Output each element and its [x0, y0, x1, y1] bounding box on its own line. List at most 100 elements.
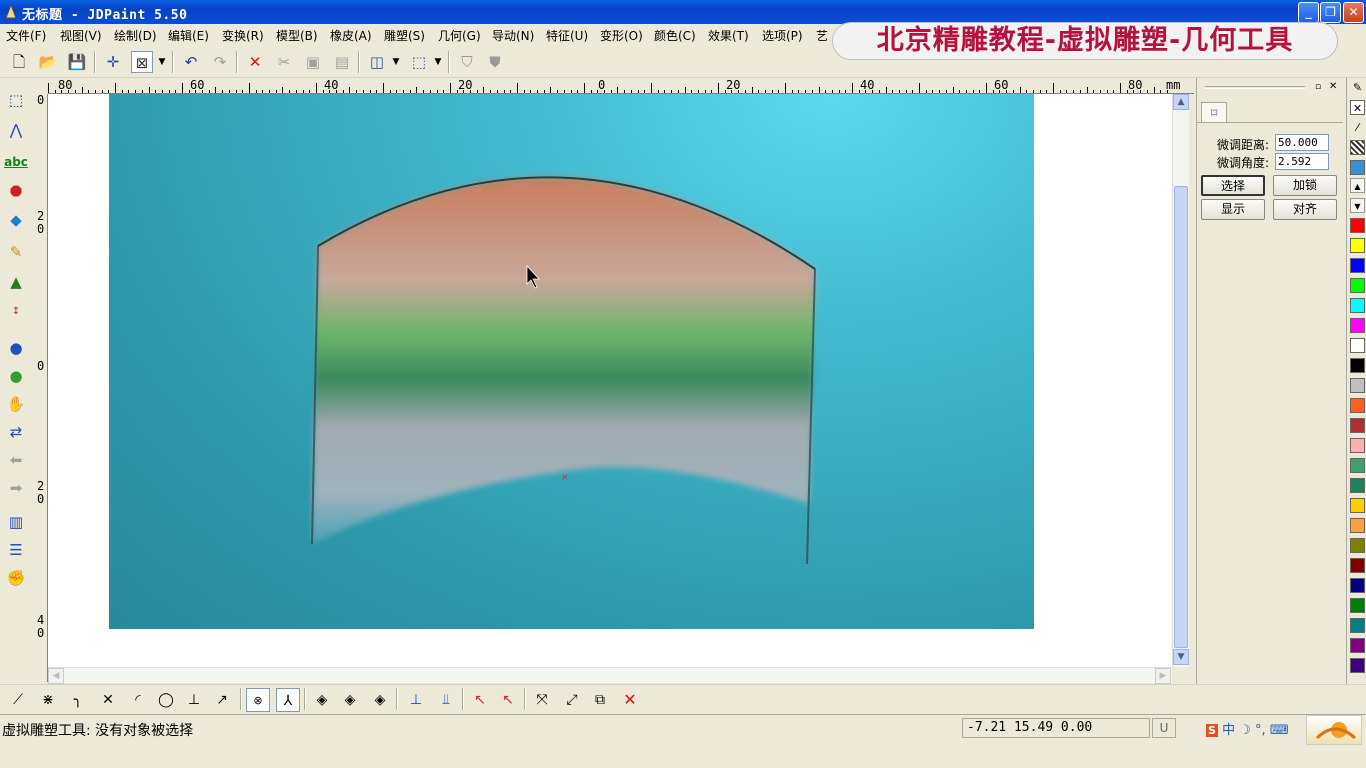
color-swatch[interactable] [1350, 278, 1365, 293]
menu-transform[interactable]: 变换(R) [222, 27, 264, 44]
layers-icon[interactable]: ▥ [4, 510, 28, 534]
open-folder-icon[interactable]: 📂 [37, 51, 59, 73]
menu-color[interactable]: 颜色(C) [654, 27, 696, 44]
diamond-tool-2-icon[interactable]: ◈ [338, 688, 362, 712]
select-box-icon[interactable]: ⬚ [4, 88, 28, 112]
view-box-icon[interactable]: ⊠ [131, 51, 153, 73]
fillet-tool-icon[interactable]: ╮ [66, 688, 90, 712]
cancel-icon[interactable]: ✕ [618, 688, 642, 712]
pick-delete-icon[interactable]: ↖ [468, 688, 492, 712]
hand-icon[interactable]: ✊ [4, 566, 28, 590]
vertical-scrollbar[interactable]: ▲ ▼ [1172, 94, 1189, 667]
pattern-icon[interactable] [1350, 140, 1365, 155]
no-color-icon[interactable]: ✕ [1350, 100, 1365, 115]
color-swatch[interactable] [1350, 338, 1365, 353]
intersect-tool-icon[interactable]: ✕ [96, 688, 120, 712]
punct-icon[interactable]: °, [1255, 723, 1266, 738]
exchange-icon[interactable]: ⇄ [4, 420, 28, 444]
palette-down-icon[interactable]: ▼ [1350, 198, 1365, 213]
menu-geometry[interactable]: 几何(G) [438, 27, 481, 44]
line-tool-icon[interactable]: ⟋ [6, 688, 30, 712]
snap-point-icon[interactable]: ⊗ [246, 688, 270, 712]
grid-lines-icon[interactable]: ☰ [4, 538, 28, 562]
scroll-thumb[interactable] [1174, 186, 1188, 648]
cube-view-icon[interactable]: ◫ [366, 51, 388, 73]
color-swatch[interactable] [1350, 478, 1365, 493]
new-file-icon[interactable]: 🗋 [8, 51, 30, 73]
scroll-right-icon[interactable]: ▶ [1155, 668, 1171, 684]
pick-delete-2-icon[interactable]: ↖ [496, 688, 520, 712]
paste-icon[interactable]: ▤ [331, 51, 353, 73]
palette-up-icon[interactable]: ▲ [1350, 178, 1365, 193]
color-swatch[interactable] [1350, 658, 1365, 673]
color-swatch[interactable] [1350, 638, 1365, 653]
menu-art[interactable]: 艺 [816, 27, 828, 44]
scroll-left-icon[interactable]: ◀ [48, 668, 64, 684]
color-swatch[interactable] [1350, 558, 1365, 573]
color-swatch[interactable] [1350, 218, 1365, 233]
dropdown-arrow-icon[interactable]: ▼ [432, 51, 444, 73]
show-button[interactable]: 显示 [1201, 199, 1265, 220]
crosshair-icon[interactable]: ✛ [102, 51, 124, 73]
color-swatch[interactable] [1350, 418, 1365, 433]
menu-guide[interactable]: 导动(N) [492, 27, 534, 44]
arrow-left-icon[interactable]: ⬅ [4, 448, 28, 472]
wire-cube-icon[interactable]: ⬚ [408, 51, 430, 73]
relief-render-view[interactable]: × [109, 94, 1034, 629]
scroll-down-icon[interactable]: ▼ [1173, 649, 1189, 665]
menu-deform[interactable]: 变形(O) [600, 27, 643, 44]
shield-icon[interactable]: ⛉ [456, 51, 478, 73]
color-swatch[interactable] [1350, 578, 1365, 593]
node-edit-icon[interactable]: ⋀ [4, 118, 28, 142]
arc-tool-icon[interactable]: ◜ [126, 688, 150, 712]
redo-icon[interactable]: ↷ [209, 51, 231, 73]
menu-draw[interactable]: 绘制(D) [114, 27, 157, 44]
menu-sculpt[interactable]: 雕塑(S) [384, 27, 425, 44]
color-swatch[interactable] [1350, 258, 1365, 273]
color-swatch[interactable] [1350, 238, 1365, 253]
color-swatch[interactable] [1350, 518, 1365, 533]
bulb-green-icon[interactable]: ● [4, 364, 28, 388]
brush-icon[interactable]: ✎ [4, 240, 28, 264]
undo-icon[interactable]: ↶ [180, 51, 202, 73]
drawing-canvas[interactable]: × [48, 94, 1172, 667]
diamond-tool-icon[interactable]: ◈ [310, 688, 334, 712]
measure-icon[interactable]: ↕ [4, 300, 28, 324]
menu-file[interactable]: 文件(F) [6, 27, 46, 44]
perpendicular-tool-icon[interactable]: ⊥ [182, 688, 206, 712]
menu-effect[interactable]: 效果(T) [708, 27, 749, 44]
color-swatch[interactable] [1350, 598, 1365, 613]
menu-view[interactable]: 视图(V) [60, 27, 102, 44]
move-tool-icon[interactable]: ⤧ [530, 688, 554, 712]
angle-input[interactable]: 2.592 [1275, 153, 1329, 170]
delete-icon[interactable]: ✕ [244, 51, 266, 73]
polyline-tool-icon[interactable]: ⋇ [36, 688, 60, 712]
current-color-swatch[interactable] [1350, 160, 1365, 175]
shield-solid-icon[interactable]: ⛊ [484, 51, 506, 73]
ime-language[interactable]: 中 [1222, 723, 1235, 738]
stretch-tool-icon[interactable]: ⤢ [560, 688, 584, 712]
color-swatch[interactable] [1350, 318, 1365, 333]
save-icon[interactable]: 💾 [66, 51, 88, 73]
arrow-right-icon[interactable]: ➡ [4, 476, 28, 500]
layer-tool-2-icon[interactable]: ⫫ [434, 688, 458, 712]
distance-input[interactable]: 50.000 [1275, 134, 1329, 151]
eyedropper-icon[interactable]: ⁄ [1350, 120, 1365, 135]
color-swatch[interactable] [1350, 358, 1365, 373]
menu-model[interactable]: 模型(B) [276, 27, 318, 44]
scroll-up-icon[interactable]: ▲ [1173, 94, 1189, 110]
keyboard-icon[interactable]: ⌨ [1270, 723, 1289, 738]
grab-icon[interactable]: ✋ [4, 392, 28, 416]
dropdown-arrow-icon[interactable]: ▼ [156, 51, 168, 73]
lock-button[interactable]: 加锁 [1273, 175, 1337, 196]
color-swatch[interactable] [1350, 458, 1365, 473]
diamond-tool-3-icon[interactable]: ◈ [368, 688, 392, 712]
octagon-icon[interactable]: ⯃ [4, 180, 28, 204]
dropdown-arrow-icon[interactable]: ▼ [390, 51, 402, 73]
color-swatch[interactable] [1350, 378, 1365, 393]
menu-edit[interactable]: 编辑(E) [168, 27, 209, 44]
pen-icon[interactable]: ✎ [1350, 80, 1365, 95]
diamond-fill-icon[interactable]: ◆ [4, 208, 28, 232]
restore-button[interactable]: ❐ [1320, 2, 1341, 23]
panel-restore-icon[interactable]: ▫ [1315, 82, 1321, 92]
